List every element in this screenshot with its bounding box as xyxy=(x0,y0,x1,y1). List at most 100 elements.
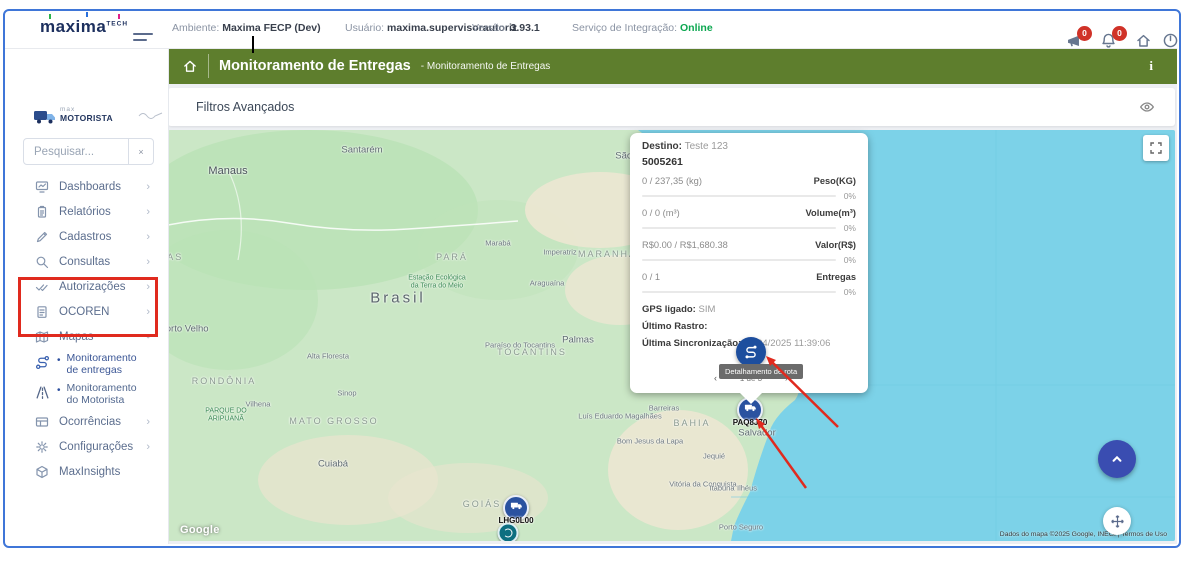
metric-value: 0 / 237,35 (kg) xyxy=(642,176,702,186)
logo-tick-green xyxy=(49,14,51,19)
chevron-icon: › xyxy=(146,231,150,243)
sidebar-item-consultas[interactable]: Consultas › xyxy=(5,249,168,274)
info-button[interactable]: i xyxy=(1149,58,1153,74)
truck-icon xyxy=(510,499,523,517)
map-attribution: Dados do mapa ©2025 Google, INEGI | Term… xyxy=(1000,531,1167,538)
search-input[interactable] xyxy=(24,146,128,158)
announcements-badge: 0 xyxy=(1077,26,1092,41)
eye-toggle-icon[interactable] xyxy=(1139,99,1155,115)
home-icon[interactable] xyxy=(1135,32,1152,49)
panel-last-trace: Último Rastro: xyxy=(642,321,856,332)
panel-destination: Destino: Teste 123 xyxy=(642,141,856,152)
sidebar-subitem-monitoramento-de-entregas[interactable]: • Monitoramento de entregas xyxy=(5,349,168,379)
metric-label: Peso(KG) xyxy=(814,176,856,186)
logout-icon[interactable] xyxy=(1162,32,1179,49)
truck-logo-icon xyxy=(33,108,57,126)
scroll-to-top-button[interactable] xyxy=(1098,440,1136,478)
sidebar-item-ocorrencias[interactable]: Ocorrências › xyxy=(5,409,168,434)
sidebar-item-relatorios[interactable]: Relatórios › xyxy=(5,199,168,224)
page-title: Monitoramento de Entregas xyxy=(219,58,411,74)
metric-value: 0 / 1 xyxy=(642,272,660,282)
vehicle-plate-label: PAQ8J70 xyxy=(733,418,768,427)
top-bar: maximaTECH Ambiente: Maxima FECP (Dev) U… xyxy=(5,11,1177,49)
ocorrencias-icon xyxy=(35,415,49,429)
metric-value: 0 / 0 (m³) xyxy=(642,208,680,218)
truck-marker[interactable]: LHG0L00 xyxy=(503,495,529,521)
metric-progress-bar xyxy=(642,259,836,261)
sidebar-item-label: Dashboards xyxy=(59,181,146,193)
chevron-icon: › xyxy=(146,281,150,293)
metric-progress-bar xyxy=(642,195,836,197)
sidebar-item-label: Autorizações xyxy=(59,281,146,293)
panel-gps-status: GPS ligado: SIM xyxy=(642,304,856,315)
consultas-icon xyxy=(35,255,49,269)
integration-service-status: Serviço de Integração: Online xyxy=(572,22,713,34)
configuracoes-icon xyxy=(35,440,49,454)
metric-progress-bar xyxy=(642,291,836,293)
sidebar-item-dashboards[interactable]: Dashboards › xyxy=(5,174,168,199)
panel-route-code: 5005261 xyxy=(642,156,856,168)
route-detail-tooltip: Detalhamento de rota xyxy=(719,364,803,379)
metric-progress-bar xyxy=(642,227,836,229)
sidebar-subitem-label: Monitoramento de entregas xyxy=(67,352,149,376)
sidebar-item-label: OCOREN xyxy=(59,306,146,318)
bullet: • xyxy=(57,382,61,400)
map-fullscreen-button[interactable] xyxy=(1143,135,1169,161)
logo-tick-blue xyxy=(86,12,88,17)
google-logo: Google xyxy=(180,524,220,536)
sidebar-search: × xyxy=(23,138,154,165)
infowindow-tail xyxy=(739,392,763,404)
sidebar-item-configuracoes[interactable]: Configurações › xyxy=(5,434,168,459)
sidebar-item-cadastros[interactable]: Cadastros › xyxy=(5,224,168,249)
panel-metrics: 0 / 237,35 (kg) Peso(KG) 0%0 / 0 (m³) Vo… xyxy=(642,176,856,297)
bullet: • xyxy=(57,352,61,370)
sidebar: maxMOTORISTA × Dashboards › Relatórios ›… xyxy=(5,48,169,544)
chevron-icon: › xyxy=(146,256,150,268)
relatorios-icon xyxy=(35,205,49,219)
rota-icon xyxy=(35,355,50,370)
sidebar-item-ocoren[interactable]: OCOREN › xyxy=(5,299,168,324)
metric-percent: 0% xyxy=(844,287,856,297)
advanced-filters-bar[interactable]: Filtros Avançados xyxy=(168,88,1175,126)
sidebar-item-mapas[interactable]: Mapas › xyxy=(5,324,168,349)
sidebar-toggle-hamburger-icon[interactable] xyxy=(133,33,153,45)
metric-label: Valor(R$) xyxy=(815,240,856,250)
pager-prev-button[interactable]: ‹ xyxy=(714,373,717,383)
metric-value: R$0.00 / R$1,680.38 xyxy=(642,240,728,250)
sidebar-item-label: MaxInsights xyxy=(59,466,150,478)
environment-info: Ambiente: Maxima FECP (Dev) xyxy=(172,22,321,34)
sidebar-item-maxinsights[interactable]: MaxInsights xyxy=(5,459,168,484)
cluster-marker[interactable] xyxy=(498,523,519,542)
panel-metric: 0 / 237,35 (kg) Peso(KG) 0% xyxy=(642,176,856,201)
header-home-icon[interactable] xyxy=(182,58,198,74)
sidebar-item-label: Mapas xyxy=(59,331,146,343)
sidebar-item-label: Ocorrências xyxy=(59,416,146,428)
cadastros-icon xyxy=(35,230,49,244)
search-clear-button[interactable]: × xyxy=(128,139,153,164)
sidebar-nav: Dashboards › Relatórios › Cadastros › Co… xyxy=(5,174,168,484)
metric-percent: 0% xyxy=(844,255,856,265)
autorizacoes-icon xyxy=(35,280,49,294)
sidebar-subitem-label: Monitoramento do Motorista xyxy=(67,382,149,406)
sidebar-item-autorizacoes[interactable]: Autorizações › xyxy=(5,274,168,299)
sidebar-subitem-monitoramento-do-motorista[interactable]: • Monitoramento do Motorista xyxy=(5,379,168,409)
panel-metric: 0 / 1 Entregas 0% xyxy=(642,272,856,297)
page-breadcrumb: - Monitoramento de Entregas xyxy=(421,61,551,72)
panel-metric: R$0.00 / R$1,680.38 Valor(R$) 0% xyxy=(642,240,856,265)
filters-title: Filtros Avançados xyxy=(196,100,294,114)
version-info: Versão: 3.93.1 xyxy=(472,22,540,34)
chevron-icon: › xyxy=(142,335,154,339)
max-motorista-logo: maxMOTORISTA xyxy=(33,106,163,130)
route-detail-button[interactable] xyxy=(736,337,766,367)
chevron-icon: › xyxy=(146,181,150,193)
sidebar-item-label: Relatórios xyxy=(59,206,146,218)
notifications-badge: 0 xyxy=(1112,26,1127,41)
text-cursor-artifact xyxy=(252,36,254,53)
chevron-icon: › xyxy=(146,416,150,428)
chevron-icon: › xyxy=(146,306,150,318)
maxima-tech-logo: maximaTECH xyxy=(40,17,128,37)
chevron-icon: › xyxy=(146,206,150,218)
metric-percent: 0% xyxy=(844,191,856,201)
map-pan-button[interactable] xyxy=(1103,507,1131,535)
dashboards-icon xyxy=(35,180,49,194)
